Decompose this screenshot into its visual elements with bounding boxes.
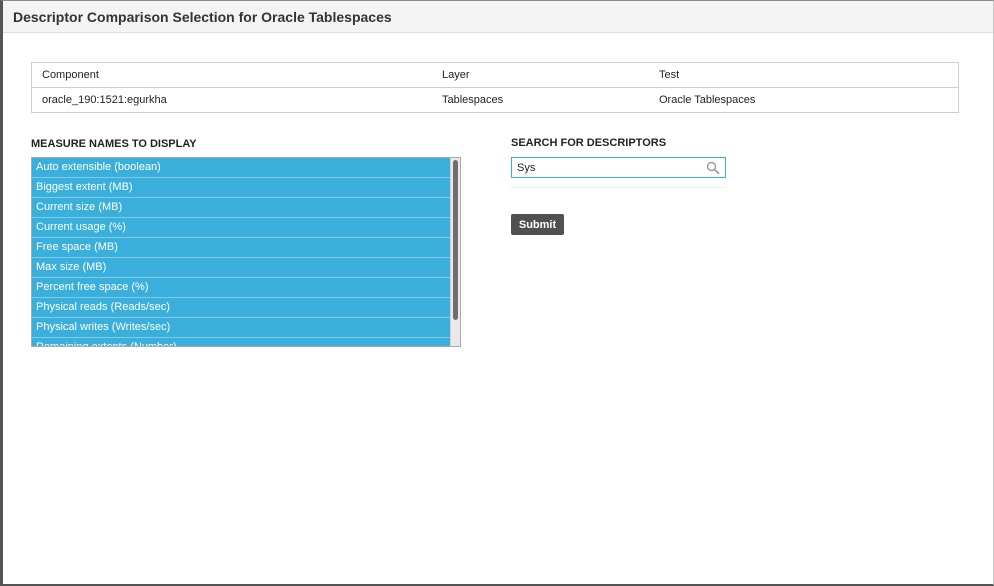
cell-layer: Tablespaces bbox=[442, 94, 504, 106]
submit-button[interactable]: Submit bbox=[511, 214, 564, 235]
table-header-row: Component Layer Test bbox=[31, 62, 959, 88]
list-item[interactable]: Free space (MB) bbox=[32, 238, 452, 258]
list-item[interactable]: Physical reads (Reads/sec) bbox=[32, 298, 452, 318]
search-input[interactable] bbox=[512, 158, 707, 177]
list-item[interactable]: Biggest extent (MB) bbox=[32, 178, 452, 198]
measure-list: Auto extensible (boolean) Biggest extent… bbox=[32, 158, 452, 346]
list-item[interactable]: Physical writes (Writes/sec) bbox=[32, 318, 452, 338]
header-test: Test bbox=[649, 62, 959, 88]
list-item[interactable]: Auto extensible (boolean) bbox=[32, 158, 452, 178]
search-descriptors-label: SEARCH FOR DESCRIPTORS bbox=[511, 137, 667, 149]
search-field[interactable] bbox=[511, 157, 726, 178]
list-item[interactable]: Max size (MB) bbox=[32, 258, 452, 278]
scrollbar-thumb[interactable] bbox=[453, 160, 458, 320]
list-item[interactable]: Percent free space (%) bbox=[32, 278, 452, 298]
table-row: oracle_190:1521:egurkha Tablespaces Orac… bbox=[32, 88, 959, 113]
cell-test: Oracle Tablespaces bbox=[659, 94, 756, 106]
search-divider bbox=[511, 187, 726, 188]
dialog-title: Descriptor Comparison Selection for Orac… bbox=[13, 9, 392, 25]
listbox-scrollbar[interactable] bbox=[450, 158, 460, 346]
title-bar: Descriptor Comparison Selection for Orac… bbox=[3, 1, 993, 33]
measure-names-listbox[interactable]: Auto extensible (boolean) Biggest extent… bbox=[31, 157, 461, 347]
component-info-table: Component Layer Test oracle_190:1521:egu… bbox=[31, 62, 959, 113]
cell-component: oracle_190:1521:egurkha bbox=[42, 94, 167, 106]
measure-names-label: MEASURE NAMES TO DISPLAY bbox=[31, 138, 197, 150]
list-item[interactable]: Current usage (%) bbox=[32, 218, 452, 238]
header-layer: Layer bbox=[432, 62, 649, 88]
list-item[interactable]: Current size (MB) bbox=[32, 198, 452, 218]
list-item[interactable]: Remaining extents (Number) bbox=[32, 338, 452, 346]
search-icon[interactable] bbox=[706, 161, 720, 175]
header-component: Component bbox=[31, 62, 432, 88]
